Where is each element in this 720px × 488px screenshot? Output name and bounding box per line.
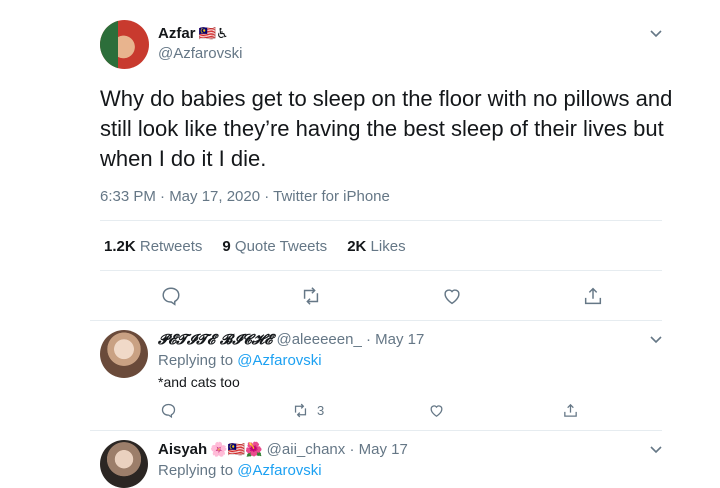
reply-avatar[interactable]: [100, 440, 148, 488]
replying-to-link[interactable]: @Azfarovski: [237, 352, 321, 369]
reply-icon[interactable]: [160, 285, 182, 307]
chevron-down-icon[interactable]: [648, 441, 664, 462]
reply-author-handle[interactable]: @aii_chanx · May 17: [267, 441, 408, 458]
author-name-row[interactable]: Azfar 🇲🇾♿: [158, 25, 229, 43]
replying-to-link[interactable]: @Azfarovski: [237, 462, 321, 479]
retweets-label: Retweets: [139, 238, 203, 255]
reply-author-emoji: 🌸🇲🇾🌺: [210, 441, 263, 457]
retweet-icon[interactable]: [292, 402, 309, 419]
author-avatar[interactable]: [100, 20, 149, 69]
reply-header: 𝓟𝓔𝓣𝓘𝓣𝓔 𝓑𝓘𝓒𝓗𝓔 @aleeeeen_ · May 17: [158, 331, 424, 348]
reply-retweet-action[interactable]: 3: [292, 402, 324, 419]
tweet-timestamp[interactable]: 6:33 PM · May 17, 2020 · Twitter for iPh…: [100, 188, 390, 205]
reply-author-name[interactable]: 𝓟𝓔𝓣𝓘𝓣𝓔 𝓑𝓘𝓒𝓗𝓔: [158, 332, 272, 348]
retweet-count: 3: [317, 403, 325, 418]
author-emoji: 🇲🇾♿: [198, 25, 229, 41]
replying-prefix: Replying to: [158, 462, 234, 479]
likes-stat[interactable]: 2K Likes: [347, 238, 405, 255]
retweets-count: 1.2K: [104, 238, 136, 255]
divider: [100, 220, 662, 221]
likes-count: 2K: [347, 238, 367, 255]
chevron-down-icon[interactable]: [648, 25, 664, 46]
reply-avatar[interactable]: [100, 330, 148, 378]
share-icon[interactable]: [582, 285, 604, 307]
replying-to: Replying to @Azfarovski: [158, 462, 322, 479]
quotes-count: 9: [222, 238, 231, 255]
divider: [100, 270, 662, 271]
reply-text: *and cats too: [158, 374, 240, 390]
reply-icon[interactable]: [160, 402, 177, 419]
share-icon[interactable]: [562, 402, 579, 419]
quotes-label: Quote Tweets: [234, 238, 328, 255]
author-handle[interactable]: @Azfarovski: [158, 45, 242, 62]
replying-prefix: Replying to: [158, 352, 234, 369]
reply-header: Aisyah 🌸🇲🇾🌺 @aii_chanx · May 17: [158, 441, 408, 458]
likes-label: Likes: [370, 238, 406, 255]
reply-author-handle[interactable]: @aleeeeen_ · May 17: [276, 331, 424, 348]
retweet-icon[interactable]: [300, 285, 322, 307]
author-name[interactable]: Azfar: [158, 25, 196, 42]
like-icon[interactable]: [441, 285, 463, 307]
tweet-text: Why do babies get to sleep on the floor …: [100, 86, 673, 171]
reply-author-name[interactable]: Aisyah: [158, 441, 207, 458]
chevron-down-icon[interactable]: [648, 331, 664, 352]
quotes-stat[interactable]: 9 Quote Tweets: [222, 238, 327, 255]
retweets-stat[interactable]: 1.2K Retweets: [104, 238, 202, 255]
tweet-stats: 1.2K Retweets 9 Quote Tweets 2K Likes: [104, 238, 406, 255]
like-icon[interactable]: [428, 402, 445, 419]
divider: [90, 430, 662, 431]
replying-to: Replying to @Azfarovski: [158, 352, 322, 369]
divider: [90, 320, 662, 321]
